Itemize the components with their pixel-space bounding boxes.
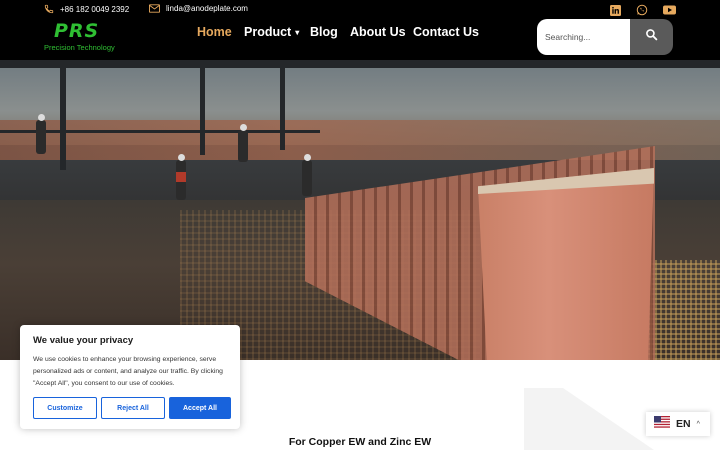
nav-home[interactable]: Home: [197, 25, 232, 39]
nav-product[interactable]: Product ▾: [244, 25, 299, 39]
cookie-title: We value your privacy: [33, 335, 134, 346]
section-subtitle: For Copper EW and Zinc EW: [288, 436, 432, 448]
search-icon: [645, 28, 658, 46]
logo[interactable]: PRS Precision Technology: [44, 22, 134, 54]
mail-icon: [149, 4, 160, 13]
phone-contact[interactable]: +86 182 0049 2392: [44, 4, 129, 14]
cookie-consent-panel: We value your privacy We use cookies to …: [20, 325, 240, 429]
phone-icon: [44, 4, 54, 14]
railing: [0, 130, 320, 133]
nav-blog[interactable]: Blog: [310, 25, 338, 39]
site-header: +86 182 0049 2392 linda@anodeplate.com P…: [0, 0, 720, 60]
worker-figure: [302, 154, 312, 196]
copper-plate-front: [478, 168, 654, 360]
whatsapp-icon[interactable]: [635, 4, 649, 16]
us-flag-icon: [654, 415, 670, 433]
steel-column: [60, 60, 66, 170]
chevron-up-icon: ^: [696, 420, 700, 428]
logo-tagline: Precision Technology: [44, 43, 115, 52]
chevron-down-icon: ▾: [295, 28, 300, 37]
customize-button[interactable]: Customize: [33, 397, 97, 419]
email-address: linda@anodeplate.com: [166, 4, 248, 13]
roof-beam: [0, 60, 720, 68]
email-contact[interactable]: linda@anodeplate.com: [149, 4, 248, 13]
logo-mark: PRS: [54, 20, 100, 42]
worker-figure: [36, 114, 46, 154]
reject-all-button[interactable]: Reject All: [101, 397, 165, 419]
steel-column: [280, 60, 285, 150]
hero-image: [0, 60, 720, 360]
phone-number: +86 182 0049 2392: [60, 4, 130, 14]
steel-column: [200, 60, 205, 155]
nav-about-us[interactable]: About Us: [350, 25, 406, 39]
youtube-icon[interactable]: [662, 4, 676, 16]
nav-contact-us[interactable]: Contact Us: [413, 25, 479, 39]
search-button[interactable]: [630, 19, 673, 55]
nav-product-label: Product: [244, 25, 292, 39]
worker-vest: [176, 172, 186, 182]
cookie-buttons: Customize Reject All Accept All: [33, 397, 231, 419]
language-switcher[interactable]: EN ^: [646, 412, 710, 436]
accept-all-button[interactable]: Accept All: [169, 397, 231, 419]
linkedin-icon[interactable]: [608, 4, 622, 16]
worker-figure: [238, 124, 248, 162]
search-box: [537, 19, 673, 55]
search-input[interactable]: [537, 19, 630, 55]
cookie-text: We use cookies to enhance your browsing …: [33, 356, 223, 387]
language-code: EN: [676, 418, 691, 430]
